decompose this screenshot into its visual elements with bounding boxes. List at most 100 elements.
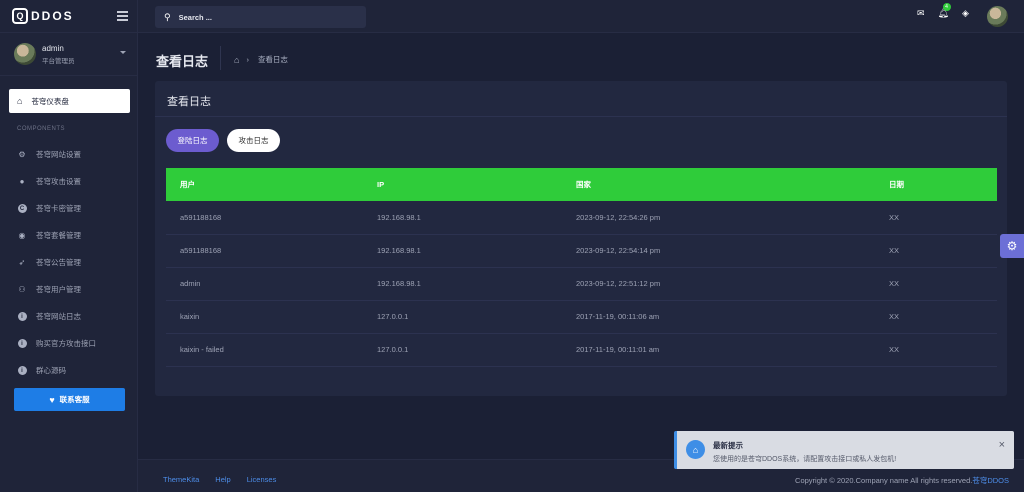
copyright: Copyright © 2020.Company name All rights… <box>795 475 1009 486</box>
nav-list: ⚙ 苍穹网站设置 ● 苍穹攻击设置 C 苍穹卡密管理 ◉ 苍穹套餐管理 ➶ 苍穹… <box>0 141 138 384</box>
sidebar-item-buy-api[interactable]: i 购买官方攻击接口 <box>0 330 138 357</box>
breadcrumb-item[interactable]: 查看日志 <box>258 54 288 65</box>
copyright-text: Copyright © 2020.Company name All rights… <box>795 476 973 485</box>
home-icon[interactable]: ⌂ <box>234 55 239 65</box>
layers-icon[interactable]: ◈ <box>962 8 969 19</box>
footer-link-licenses[interactable]: Licenses <box>247 475 277 484</box>
sidebar-item-label: 苍穹网站日志 <box>36 312 81 321</box>
card-title: 查看日志 <box>167 96 211 108</box>
cell-ip: 192.168.98.1 <box>377 267 576 301</box>
log-card: 查看日志 登陆日志 攻击日志 用户 IP 国家 日期 a591188168 19… <box>155 81 1007 396</box>
copyright-link[interactable]: 苍穹DDOS <box>972 476 1009 485</box>
divider <box>155 116 1007 117</box>
footer-link-help[interactable]: Help <box>215 475 230 484</box>
home-icon: ⌂ <box>17 96 23 106</box>
divider <box>220 46 221 70</box>
cell-country: 2017-11-19, 00:11:01 am <box>576 333 889 367</box>
sidebar-item-label: 群心源码 <box>36 366 66 375</box>
column-header-ip[interactable]: IP <box>377 168 576 201</box>
cell-user: admin <box>166 267 377 301</box>
sidebar-item-label: 苍穹套餐管理 <box>36 231 81 240</box>
footer-link-themekita[interactable]: ThemeKita <box>163 475 199 484</box>
brand-logo-icon: Q <box>12 8 28 24</box>
sidebar-item-label: 苍穹用户管理 <box>36 285 81 294</box>
column-header-country[interactable]: 国家 <box>576 168 889 201</box>
search-icon[interactable]: ⚲ <box>164 12 171 23</box>
column-header-user[interactable]: 用户 <box>166 168 377 201</box>
sidebar-item-attack-settings[interactable]: ● 苍穹攻击设置 <box>0 168 138 195</box>
cell-date: XX <box>889 267 997 301</box>
breadcrumb: ⌂ › 查看日志 <box>234 54 288 65</box>
cell-country: 2023-09-12, 22:54:26 pm <box>576 201 889 235</box>
envelope-icon[interactable]: ✉ <box>917 8 925 19</box>
menu-toggle-icon[interactable] <box>117 11 128 23</box>
tab-login-logs[interactable]: 登陆日志 <box>166 129 219 152</box>
column-header-date[interactable]: 日期 <box>889 168 997 201</box>
avatar[interactable] <box>987 6 1008 27</box>
top-icons: ✉ 🔔︎ 4 ◈ <box>917 3 982 19</box>
sidebar-item-announcement-management[interactable]: ➶ 苍穹公告管理 <box>0 249 138 276</box>
avatar <box>14 43 36 65</box>
cell-user: a591188168 <box>166 201 377 235</box>
cell-ip: 192.168.98.1 <box>377 201 576 235</box>
footer-links: ThemeKita Help Licenses <box>163 475 292 484</box>
cell-date: XX <box>889 300 997 334</box>
cell-country: 2023-09-12, 22:54:14 pm <box>576 234 889 268</box>
sidebar-item-label: 苍穹攻击设置 <box>36 177 81 186</box>
info-icon: i <box>17 366 27 376</box>
brand-name: DDOS <box>31 9 74 23</box>
tab-attack-logs[interactable]: 攻击日志 <box>227 129 280 152</box>
contact-support-button[interactable]: ♥ 联系客服 <box>14 388 125 411</box>
contact-support-label: 联系客服 <box>59 395 90 404</box>
sidebar-item-card-management[interactable]: C 苍穹卡密管理 <box>0 195 138 222</box>
close-icon[interactable]: × <box>999 439 1005 451</box>
chevron-right-icon: › <box>246 55 249 64</box>
sidebar-item-label: 苍穹仪表盘 <box>31 96 69 106</box>
topbar: ⚲ ✉ 🔔︎4 ◈ <box>138 0 1024 33</box>
toast-message: 您使用的是苍穹DDOS系统，请配置攻击接口或私人发包机! <box>713 456 897 463</box>
table-header: 用户 IP 国家 日期 <box>166 168 997 201</box>
sidebar-item-label: 苍穹卡密管理 <box>36 204 81 213</box>
bell-icon[interactable]: 🔔︎ 4 <box>938 3 951 19</box>
notification-icon: ⌂ <box>686 440 705 459</box>
table-row: kaixin 127.0.0.1 2017-11-19, 00:11:06 am… <box>166 300 997 334</box>
toast-title: 最新提示 <box>713 441 743 450</box>
sidebar-item-site-logs[interactable]: i 苍穹网站日志 <box>0 303 138 330</box>
sidebar-item-site-settings[interactable]: ⚙ 苍穹网站设置 <box>0 141 138 168</box>
sidebar-item-dashboard[interactable]: ⌂ 苍穹仪表盘 <box>9 89 130 113</box>
log-table: 用户 IP 国家 日期 a591188168 192.168.98.1 2023… <box>166 168 997 367</box>
notification-toast: ⌂ 最新提示 您使用的是苍穹DDOS系统，请配置攻击接口或私人发包机! × <box>674 431 1014 469</box>
sidebar-item-source-code[interactable]: i 群心源码 <box>0 357 138 384</box>
sidebar-item-label: 苍穹公告管理 <box>36 258 81 267</box>
cell-user: kaixin - failed <box>166 333 377 367</box>
user-profile[interactable]: admin 平台管理员 <box>0 33 137 76</box>
cell-ip: 127.0.0.1 <box>377 300 576 334</box>
cell-ip: 127.0.0.1 <box>377 333 576 367</box>
cell-country: 2023-09-12, 22:51:12 pm <box>576 267 889 301</box>
table-row: kaixin - failed 127.0.0.1 2017-11-19, 00… <box>166 333 997 367</box>
users-icon: ⚇ <box>18 285 26 294</box>
table-row: a591188168 192.168.98.1 2023-09-12, 22:5… <box>166 234 997 268</box>
table-row: a591188168 192.168.98.1 2023-09-12, 22:5… <box>166 201 997 235</box>
sidebar-item-label: 苍穹网站设置 <box>36 150 81 159</box>
caret-down-icon[interactable] <box>120 51 126 54</box>
cell-date: XX <box>889 333 997 367</box>
sidebar-item-label: 购买官方攻击接口 <box>36 339 96 348</box>
gears-icon: ⚙ <box>18 150 26 159</box>
cell-user: a591188168 <box>166 234 377 268</box>
info-icon: i <box>17 339 27 349</box>
cell-date: XX <box>889 201 997 235</box>
cell-country: 2017-11-19, 00:11:06 am <box>576 300 889 334</box>
copyright-icon: C <box>17 204 27 214</box>
heart-icon: ♥ <box>49 394 55 405</box>
rocket-icon: ➶ <box>18 258 26 267</box>
settings-gear-icon[interactable]: ⚙ <box>1000 234 1024 258</box>
search-box[interactable]: ⚲ <box>155 6 366 28</box>
sidebar-item-user-management[interactable]: ⚇ 苍穹用户管理 <box>0 276 138 303</box>
search-input[interactable] <box>178 12 349 22</box>
user-secret-icon: ◉ <box>18 231 26 240</box>
sidebar-item-package-management[interactable]: ◉ 苍穹套餐管理 <box>0 222 138 249</box>
user-role: 平台管理员 <box>42 57 75 65</box>
nav-heading: COMPONENTS <box>17 126 66 132</box>
page-title: 查看日志 <box>156 54 209 69</box>
